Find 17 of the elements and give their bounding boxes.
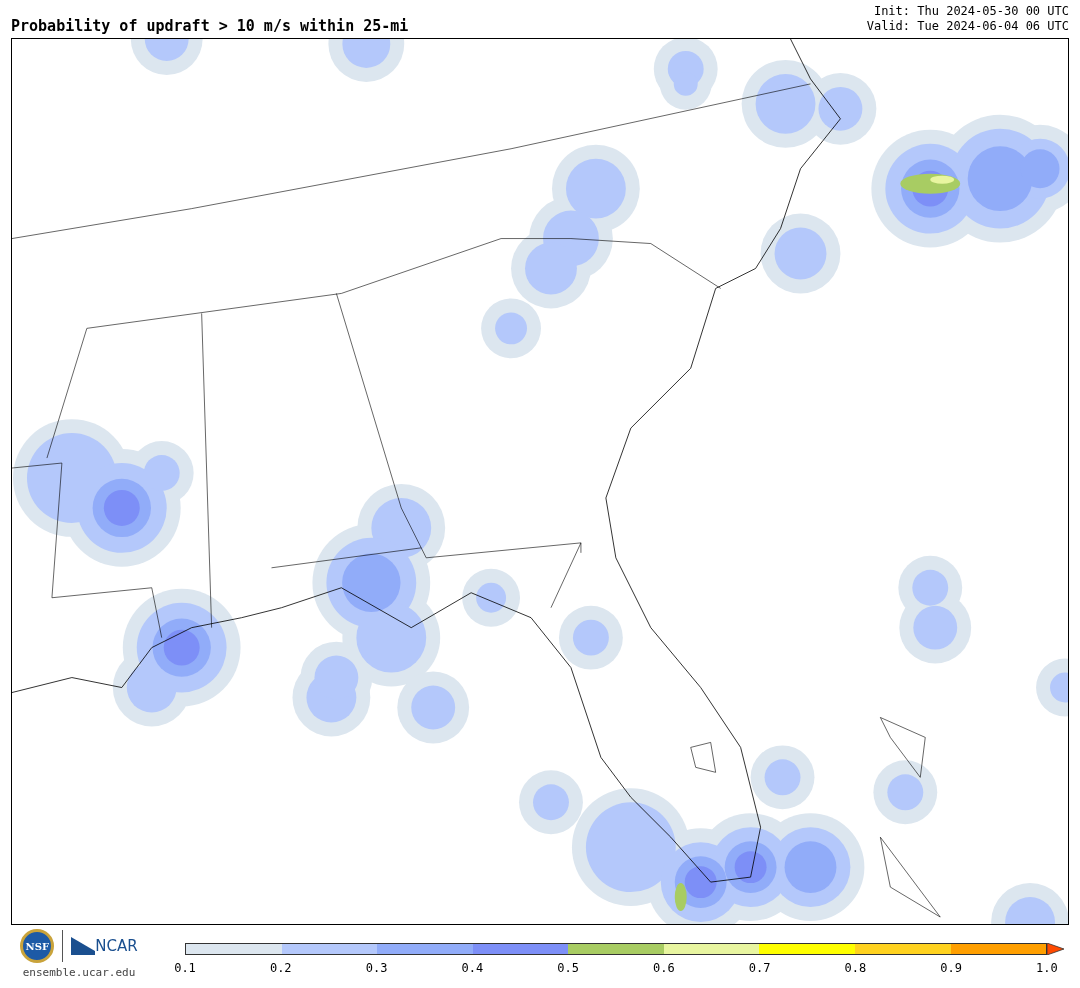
- tick-label: 0.7: [748, 960, 771, 977]
- site-url: ensemble.ucar.edu: [22, 965, 136, 981]
- tick-label: 0.3: [365, 960, 388, 977]
- valid-time: Valid: Tue 2024-06-04 06 UTC: [866, 19, 1069, 34]
- ncar-mark-icon: [71, 937, 96, 955]
- init-time: Init: Thu 2024-05-30 00 UTC: [873, 4, 1069, 19]
- tick-label: 1.0: [1036, 960, 1058, 977]
- tick-label: 0.6: [653, 960, 675, 977]
- tick-label: 0.5: [557, 960, 579, 977]
- tick-label: 0.8: [844, 960, 867, 977]
- tick-label: 0.1: [174, 960, 196, 977]
- nsf-logo: NSF: [20, 929, 55, 963]
- tick-label: 0.9: [940, 960, 962, 977]
- chart-title: Probability of updraft > 10 m/s within 25-mi: [11, 19, 409, 34]
- tick-label: 0.4: [461, 960, 484, 977]
- ncar-logo: NCAR: [95, 935, 138, 957]
- tick-label: 0.2: [269, 960, 292, 977]
